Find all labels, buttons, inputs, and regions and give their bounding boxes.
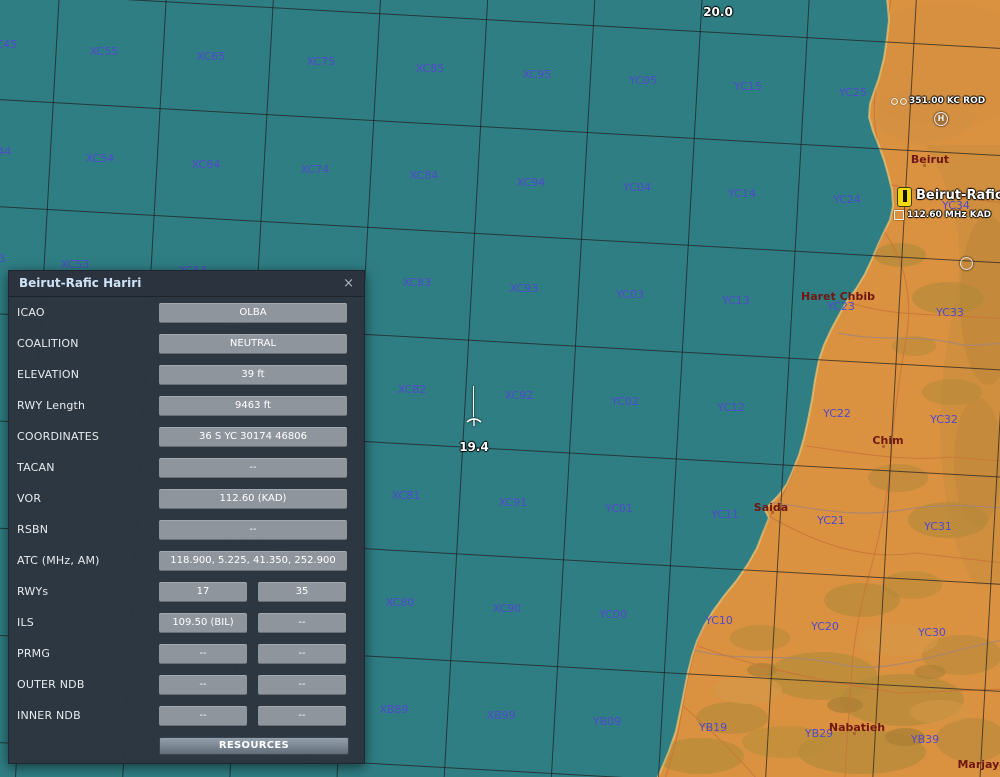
panel-title: Beirut-Rafic Hariri bbox=[19, 276, 142, 290]
panel-row-values: -- bbox=[159, 519, 347, 540]
panel-row-outer-ndb: OUTER NDB -- -- bbox=[9, 669, 364, 700]
map-stage[interactable]: XC45XC55XC65XC75XC85XC95YC05YC15YC25XC44… bbox=[0, 0, 1000, 777]
panel-row-label: OUTER NDB bbox=[17, 678, 85, 691]
panel-row-label: PRMG bbox=[17, 647, 51, 660]
panel-value-button[interactable]: -- bbox=[258, 612, 346, 633]
map-cursor-glider-icon bbox=[466, 418, 482, 426]
panel-value-button[interactable]: NEUTRAL bbox=[159, 333, 347, 354]
ndb-icon bbox=[891, 97, 898, 105]
panel-row-atc-mhz-am: ATC (MHz, AM) 118.900, 5.225, 41.350, 252… bbox=[9, 545, 364, 576]
airport-icon[interactable] bbox=[897, 187, 912, 207]
panel-row-values: -- -- bbox=[159, 705, 346, 726]
panel-row-inner-ndb: INNER NDB -- -- bbox=[9, 700, 364, 731]
panel-row-rwy-length: RWY Length 9463 ft bbox=[9, 390, 364, 421]
panel-row-values: 36 S YC 30174 46806 bbox=[159, 426, 347, 447]
panel-row-label: ILS bbox=[17, 616, 34, 629]
panel-value-button[interactable]: 36 S YC 30174 46806 bbox=[159, 426, 347, 447]
panel-value-button[interactable]: 17 bbox=[159, 581, 247, 602]
panel-row-label: ICAO bbox=[17, 306, 45, 319]
panel-row-values: 109.50 (BIL) -- bbox=[159, 612, 346, 633]
panel-row-vor: VOR 112.60 (KAD) bbox=[9, 483, 364, 514]
panel-row-label: ELEVATION bbox=[17, 368, 80, 381]
panel-value-button[interactable]: -- bbox=[258, 705, 346, 726]
close-icon[interactable]: × bbox=[343, 277, 354, 290]
panel-value-button[interactable]: -- bbox=[159, 519, 347, 540]
panel-row-label: RWY Length bbox=[17, 399, 86, 412]
panel-row-values: 17 35 bbox=[159, 581, 346, 602]
ndb-tag-text: 351.00 KC ROD bbox=[909, 96, 986, 106]
panel-row-rsbn: RSBN -- bbox=[9, 514, 364, 545]
panel-value-button[interactable]: -- bbox=[258, 674, 346, 695]
panel-value-button[interactable]: -- bbox=[258, 643, 346, 664]
panel-value-button[interactable]: 35 bbox=[258, 581, 346, 602]
ndb-frequency-tag: 351.00 KC ROD bbox=[891, 96, 985, 106]
panel-row-label: VOR bbox=[17, 492, 42, 505]
poi-circle-icon[interactable] bbox=[960, 257, 973, 270]
panel-value-button[interactable]: 118.900, 5.225, 41.350, 252.900 bbox=[159, 550, 347, 571]
vor-frequency-tag: 112.60 MHz KAD bbox=[894, 210, 991, 220]
panel-value-button[interactable]: -- bbox=[159, 674, 247, 695]
runway-bar-icon bbox=[902, 190, 907, 202]
panel-row-label: COORDINATES bbox=[17, 430, 100, 443]
panel-value-button[interactable]: 109.50 (BIL) bbox=[159, 612, 247, 633]
panel-row-coalition: COALITION NEUTRAL bbox=[9, 328, 364, 359]
panel-row-values: NEUTRAL bbox=[159, 333, 347, 354]
panel-row-values: -- -- bbox=[159, 674, 346, 695]
panel-row-values: 112.60 (KAD) bbox=[159, 488, 347, 509]
airport-map-label[interactable]: Beirut-Rafic bbox=[916, 188, 1000, 203]
panel-row-values: -- -- bbox=[159, 643, 346, 664]
airport-info-panel: Beirut-Rafic Hariri × ICAO OLBA COALITION N… bbox=[8, 270, 365, 764]
cursor-scale-reading: 19.4 bbox=[459, 440, 489, 454]
panel-value-button[interactable]: -- bbox=[159, 705, 247, 726]
panel-title-bar[interactable]: Beirut-Rafic Hariri × bbox=[9, 271, 364, 297]
city-label: Saida bbox=[753, 501, 789, 514]
panel-row-tacan: TACAN -- bbox=[9, 452, 364, 483]
panel-row-values: 9463 ft bbox=[159, 395, 347, 416]
panel-row-values: 39 ft bbox=[159, 364, 347, 385]
ndb-icon bbox=[900, 97, 907, 105]
panel-row-values: OLBA bbox=[159, 302, 347, 323]
panel-row-values: -- bbox=[159, 457, 347, 478]
panel-row-prmg: PRMG -- -- bbox=[9, 638, 364, 669]
resources-button[interactable]: RESOURCES bbox=[159, 737, 349, 755]
panel-row-ils: ILS 109.50 (BIL) -- bbox=[9, 607, 364, 638]
city-label: Haret Chbib bbox=[800, 290, 876, 303]
panel-row-values: 118.900, 5.225, 41.350, 252.900 bbox=[159, 550, 347, 571]
city-label: Beirut bbox=[910, 153, 950, 166]
panel-row-label: COALITION bbox=[17, 337, 79, 350]
panel-row-label: INNER NDB bbox=[17, 709, 81, 722]
panel-value-button[interactable]: -- bbox=[159, 457, 347, 478]
panel-row-label: RSBN bbox=[17, 523, 49, 536]
panel-rows: ICAO OLBA COALITION NEUTRAL ELEVATION 39 ft RW… bbox=[9, 297, 364, 731]
vor-box-icon bbox=[894, 210, 904, 220]
panel-row-label: RWYs bbox=[17, 585, 49, 598]
panel-row-rwys: RWYs 17 35 bbox=[9, 576, 364, 607]
panel-value-button[interactable]: -- bbox=[159, 643, 247, 664]
helipad-icon[interactable]: H bbox=[934, 112, 948, 126]
panel-value-button[interactable]: 112.60 (KAD) bbox=[159, 488, 347, 509]
city-label: Chim bbox=[872, 434, 904, 447]
city-label: Nabatieh bbox=[828, 721, 886, 734]
panel-row-label: ATC (MHz, AM) bbox=[17, 554, 100, 567]
map-cursor-line bbox=[473, 386, 474, 417]
panel-row-elevation: ELEVATION 39 ft bbox=[9, 359, 364, 390]
vor-tag-text: 112.60 MHz KAD bbox=[907, 210, 992, 220]
city-label: Marjayoun bbox=[957, 758, 1000, 771]
panel-row-icao: ICAO OLBA bbox=[9, 297, 364, 328]
grid-scale-reading-top: 20.0 bbox=[703, 5, 733, 19]
panel-row-coordinates: COORDINATES 36 S YC 30174 46806 bbox=[9, 421, 364, 452]
panel-value-button[interactable]: 9463 ft bbox=[159, 395, 347, 416]
panel-value-button[interactable]: OLBA bbox=[159, 302, 347, 323]
panel-value-button[interactable]: 39 ft bbox=[159, 364, 347, 385]
panel-row-label: TACAN bbox=[17, 461, 55, 474]
